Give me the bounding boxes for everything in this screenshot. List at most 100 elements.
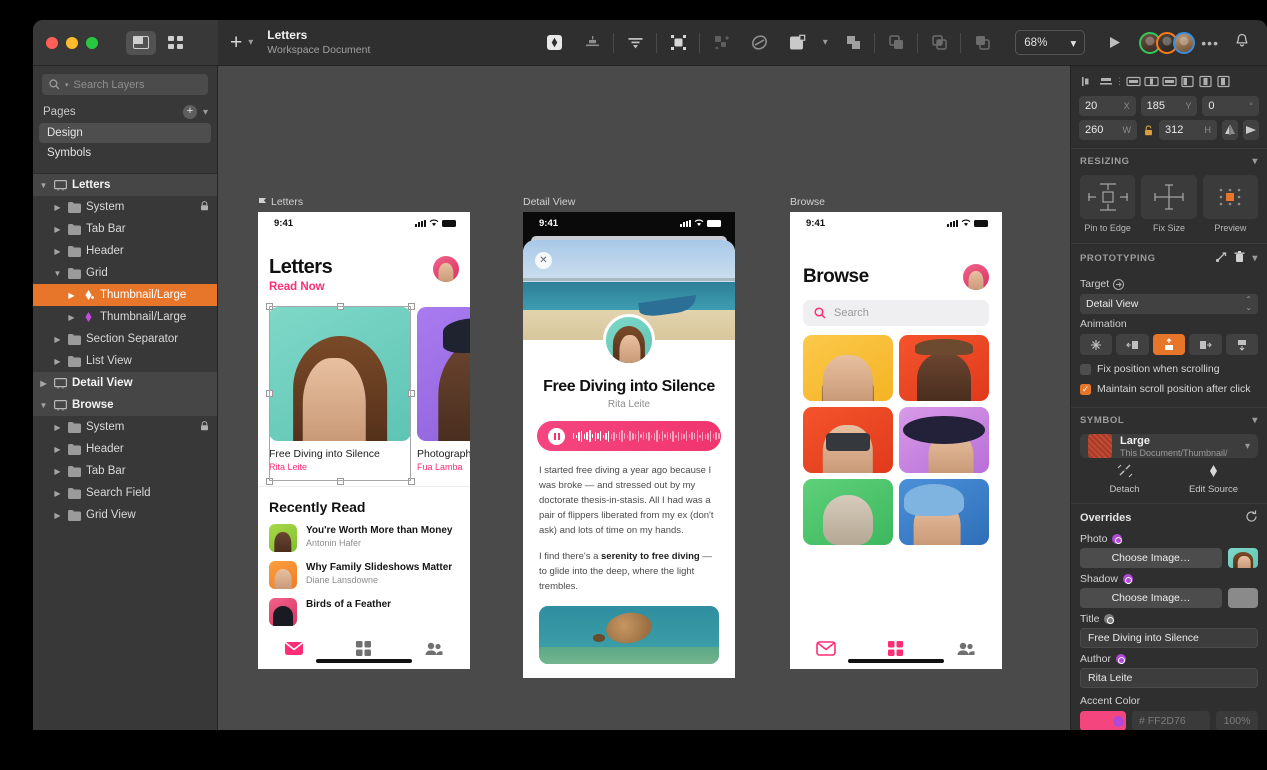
chevron-down-icon[interactable]: ▾ — [1245, 441, 1250, 452]
close-icon[interactable]: ✕ — [535, 252, 552, 269]
people-tab-icon[interactable] — [956, 641, 976, 656]
align-vertical-left-icon[interactable] — [1179, 73, 1196, 90]
notifications-button[interactable] — [1235, 33, 1249, 53]
animation-slide-top-button[interactable] — [1225, 334, 1259, 355]
avatar[interactable] — [963, 264, 989, 290]
shadow-preview-thumbnail[interactable] — [1228, 588, 1258, 608]
layer-row-thumbnail-large[interactable]: ▶ Thumbnail/Large — [33, 306, 217, 328]
fix-position-checkbox-row[interactable]: Fix position when scrolling — [1080, 363, 1258, 375]
animation-instant-button[interactable] — [1080, 334, 1113, 355]
minimize-window-button[interactable] — [66, 36, 78, 49]
audio-player[interactable]: 0:34 — [537, 421, 735, 451]
flip-vertical-button[interactable] — [1243, 120, 1259, 140]
animation-slide-right-button[interactable] — [1189, 334, 1222, 355]
difference-tool-button[interactable] — [963, 28, 1001, 58]
layer-row-section-separator[interactable]: ▶ Section Separator — [33, 328, 217, 350]
disclosure-triangle-icon[interactable]: ▶ — [65, 291, 78, 300]
browse-grid-item[interactable] — [899, 407, 989, 473]
lock-aspect-icon[interactable] — [1142, 120, 1154, 140]
chevron-down-icon[interactable]: ▾ — [1252, 253, 1258, 264]
browse-grid-item[interactable] — [803, 335, 893, 401]
layer-row-search-field[interactable]: ▶ Search Field — [33, 482, 217, 504]
pause-icon[interactable] — [548, 427, 565, 445]
override-title-input[interactable]: Free Diving into Silence — [1080, 628, 1258, 648]
artboard-browse[interactable]: Browse 9:41 Browse Search — [790, 196, 1002, 669]
layer-row-header[interactable]: ▶ Header — [33, 438, 217, 460]
page-item-design[interactable]: Design — [39, 123, 211, 143]
window-controls[interactable] — [46, 36, 98, 49]
search-input[interactable]: Search — [803, 300, 989, 326]
fix-position-checkbox[interactable] — [1080, 363, 1091, 375]
browse-grid-item[interactable] — [899, 335, 989, 401]
close-window-button[interactable] — [46, 36, 58, 49]
list-item[interactable]: Why Family Slideshows Matter Diane Lansd… — [258, 561, 470, 589]
layer-row-letters[interactable]: ▼ Letters — [33, 174, 217, 196]
canvas-view-button[interactable] — [126, 30, 156, 55]
layer-row-thumbnail-large[interactable]: ▶ Thumbnail/Large — [33, 284, 217, 306]
author-avatar[interactable] — [603, 314, 655, 366]
rotate-copies-tool-button[interactable] — [740, 28, 778, 58]
pin-to-edge-option[interactable]: Pin to Edge — [1080, 175, 1136, 233]
align-bottom-icon[interactable] — [1161, 73, 1178, 90]
artboard-detail-view[interactable]: Detail View 9:41 ✕ Free Diving into Sile… — [523, 196, 735, 678]
add-page-button[interactable]: + — [182, 105, 197, 119]
tint-swatch[interactable] — [1080, 711, 1126, 730]
symbol-selector[interactable]: Large This Document/Thumbnail/ ▾ — [1080, 434, 1258, 458]
zoom-level-dropdown[interactable]: 68% ▾ — [1015, 30, 1086, 55]
create-link-icon[interactable] — [1215, 251, 1227, 266]
waveform[interactable] — [573, 429, 723, 443]
layer-row-system[interactable]: ▶ System — [33, 416, 217, 438]
disclosure-triangle-icon[interactable]: ▶ — [37, 379, 50, 388]
preview-option[interactable]: Preview — [1202, 175, 1258, 233]
page-subtitle[interactable]: Read Now — [269, 281, 433, 293]
create-symbol-dropdown[interactable]: ▾ — [816, 28, 834, 58]
layer-row-system[interactable]: ▶ System — [33, 196, 217, 218]
scatter-tool-button[interactable] — [702, 28, 740, 58]
preview-play-button[interactable] — [1099, 35, 1129, 50]
layer-row-list-view[interactable]: ▶ List View — [33, 350, 217, 372]
disclosure-triangle-icon[interactable]: ▶ — [51, 467, 64, 476]
list-item[interactable]: You're Worth More than Money Antonin Haf… — [258, 524, 470, 552]
browse-grid-item[interactable] — [803, 479, 893, 545]
override-author-input[interactable]: Rita Leite — [1080, 668, 1258, 688]
disclosure-triangle-icon[interactable]: ▶ — [65, 313, 78, 322]
artboard-label-letters[interactable]: Letters — [258, 196, 470, 208]
layer-row-header[interactable]: ▶ Header — [33, 240, 217, 262]
layer-row-detail-view[interactable]: ▶ Detail View — [33, 372, 217, 394]
letters-tab-icon[interactable] — [284, 640, 304, 656]
disclosure-triangle-icon[interactable]: ▶ — [51, 423, 64, 432]
align-vertical-right-icon[interactable] — [1215, 73, 1232, 90]
search-layers-input[interactable]: ▾ Search Layers — [42, 74, 208, 95]
mask-tool-button[interactable] — [535, 28, 573, 58]
choose-shadow-image-button[interactable]: Choose Image… — [1080, 588, 1222, 608]
create-symbol-tool-button[interactable] — [778, 28, 816, 58]
distribute-tool-button[interactable] — [616, 28, 654, 58]
artboard-letters[interactable]: Letters 9:41 Letters Read Now Free Divin… — [258, 196, 470, 669]
layer-row-grid-view[interactable]: ▶ Grid View — [33, 504, 217, 526]
align-vertical-center-icon[interactable] — [1197, 73, 1214, 90]
letters-tab-icon[interactable] — [816, 640, 836, 656]
components-view-button[interactable] — [160, 31, 190, 55]
artboard-label-browse[interactable]: Browse — [790, 196, 1002, 208]
card-item[interactable]: Photographing Fua Lamba — [417, 307, 470, 472]
view-mode-buttons[interactable] — [126, 30, 190, 55]
animation-slide-left-button[interactable] — [1116, 334, 1149, 355]
resizing-section-header[interactable]: RESIZING ▾ — [1071, 148, 1267, 173]
disclosure-triangle-icon[interactable]: ▼ — [37, 181, 50, 190]
disclosure-triangle-icon[interactable]: ▶ — [51, 335, 64, 344]
layer-row-browse[interactable]: ▼ Browse — [33, 394, 217, 416]
card-thumbnail[interactable] — [417, 307, 470, 441]
insert-button[interactable]: + ▾ — [230, 32, 253, 53]
card-item[interactable]: Free Diving into Silence Rita Leite — [269, 307, 411, 472]
prototyping-section-header[interactable]: PROTOTYPING ▾ — [1071, 243, 1267, 272]
maintain-scroll-checkbox-row[interactable]: ✓ Maintain scroll position after click — [1080, 383, 1258, 395]
disclosure-triangle-icon[interactable]: ▶ — [51, 203, 64, 212]
avatar[interactable] — [433, 256, 459, 282]
flip-horizontal-button[interactable] — [1222, 120, 1238, 140]
disclosure-triangle-icon[interactable]: ▼ — [37, 401, 50, 410]
hex-input[interactable]: # FF2D76 — [1132, 711, 1210, 730]
browse-tab-icon[interactable] — [355, 640, 372, 657]
avatar[interactable] — [1173, 31, 1196, 54]
align-left-icon[interactable] — [1079, 73, 1096, 90]
choose-photo-image-button[interactable]: Choose Image… — [1080, 548, 1222, 568]
